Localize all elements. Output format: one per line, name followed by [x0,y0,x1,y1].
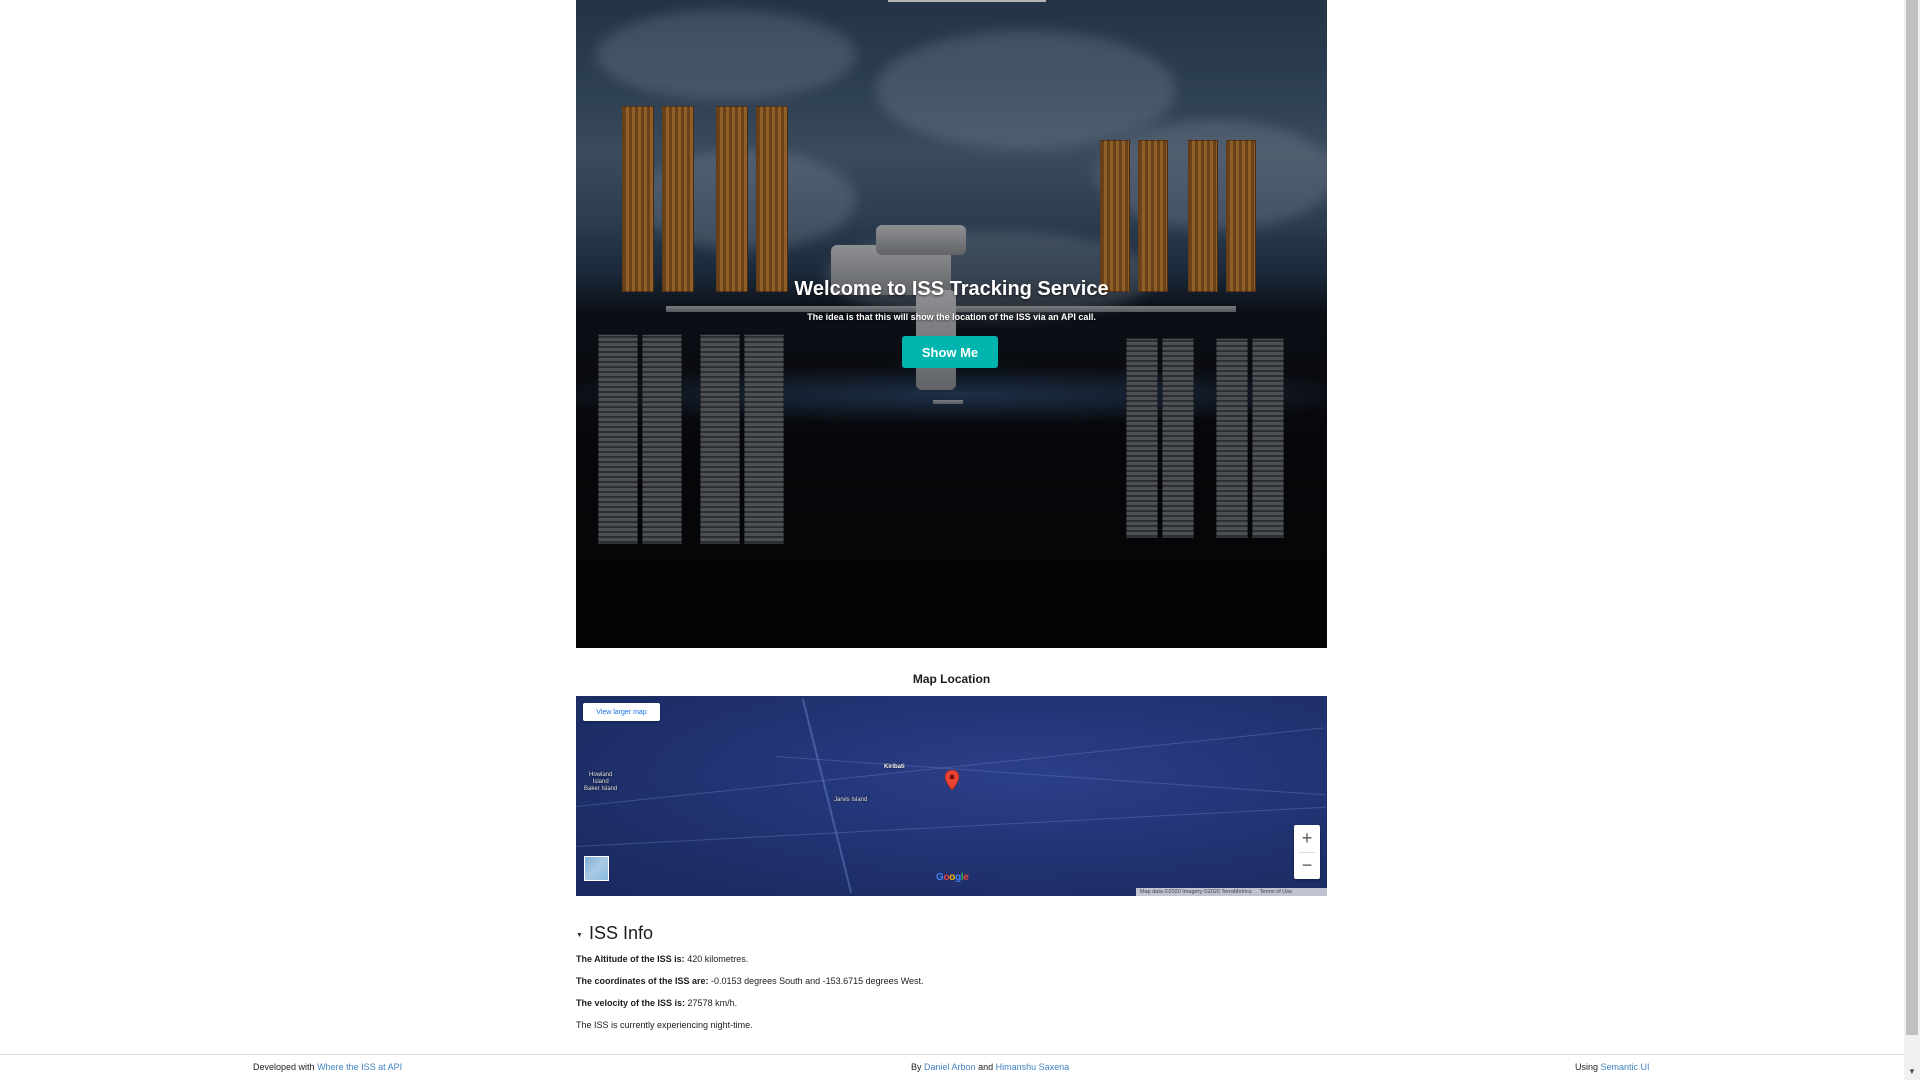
hero-subtitle: The idea is that this will show the loca… [807,312,1096,322]
iss-info-title: ISS Info [588,923,653,943]
iss-visibility: The ISS is currently experiencing night-… [576,1020,753,1030]
map-layer-toggle[interactable] [584,856,609,881]
google-logo: Google [936,872,969,883]
altitude-label: The Altitude of the ISS is: [576,954,685,964]
map-label-kiribati: Kiribati [884,764,905,770]
map-attribution: Map data ©2020 Imagery ©2020 TerraMetric… [1136,888,1327,896]
show-me-button[interactable]: Show Me [902,336,998,368]
zoom-out-button[interactable]: − [1294,852,1320,879]
ocean-trench [801,698,853,894]
dropdown-caret-icon: ▼ [576,932,583,939]
daniel-arbon-link[interactable]: Daniel Arbon [924,1062,976,1072]
page-scrollbar[interactable]: ▼ [1904,0,1920,1080]
map-pin-icon[interactable] [945,770,959,790]
footer-right: Using Semantic UI [1575,1062,1650,1072]
footer-center: By Daniel Arbon and Himanshu Saxena [911,1062,1069,1072]
hero-banner: Welcome to ISS Tracking Service The idea… [576,0,1327,648]
velocity-label: The velocity of the ISS is: [576,998,686,1008]
hero-dim-overlay [576,0,1327,648]
view-larger-map-link[interactable]: View larger map [583,703,660,721]
ocean-ridge [576,806,1326,847]
footer-and: and [978,1062,994,1072]
where-the-iss-at-api-link[interactable]: Where the ISS at API [317,1062,402,1072]
himanshu-saxena-link[interactable]: Himanshu Saxena [996,1062,1070,1072]
zoom-control: + − [1294,825,1320,879]
iss-altitude: The Altitude of the ISS is: 420 kilometr… [576,954,748,964]
footer-left-prefix: Developed with [253,1062,315,1072]
iss-velocity: The velocity of the ISS is: 27578 km/h. [576,998,737,1008]
velocity-value: 27578 km/h. [687,998,738,1008]
hero-title: Welcome to ISS Tracking Service [794,278,1109,300]
coords-value: -0.0153 degrees South and -153.6715 degr… [711,976,924,986]
coords-label: The coordinates of the ISS are: [576,976,709,986]
footer-right-prefix: Using [1575,1062,1599,1072]
map-heading: Map Location [912,672,991,686]
scrollbar-thumb[interactable] [1906,0,1918,1035]
footer-left: Developed with Where the ISS at API [253,1062,402,1072]
map-embed[interactable]: View larger map Howland Island Baker Isl… [576,696,1327,896]
altitude-value: 420 kilometres. [687,954,749,964]
scroll-down-arrow-icon[interactable]: ▼ [1904,1063,1920,1080]
map-label-howland: Howland Island Baker Island [584,772,618,792]
map-attribution-text: Map data ©2020 Imagery ©2020 TerraMetric… [1140,889,1252,895]
footer-center-prefix: By [911,1062,922,1072]
zoom-in-button[interactable]: + [1294,825,1320,852]
iss-coordinates: The coordinates of the ISS are: -0.0153 … [576,976,924,986]
map-label-jarvis: Jarvis Island [834,797,868,803]
footer-divider [0,1054,1904,1055]
iss-info-heading[interactable]: ▼ ISS Info [576,923,653,944]
terms-of-use-link[interactable]: Terms of Use [1260,889,1292,895]
semantic-ui-link[interactable]: Semantic UI [1601,1062,1650,1072]
